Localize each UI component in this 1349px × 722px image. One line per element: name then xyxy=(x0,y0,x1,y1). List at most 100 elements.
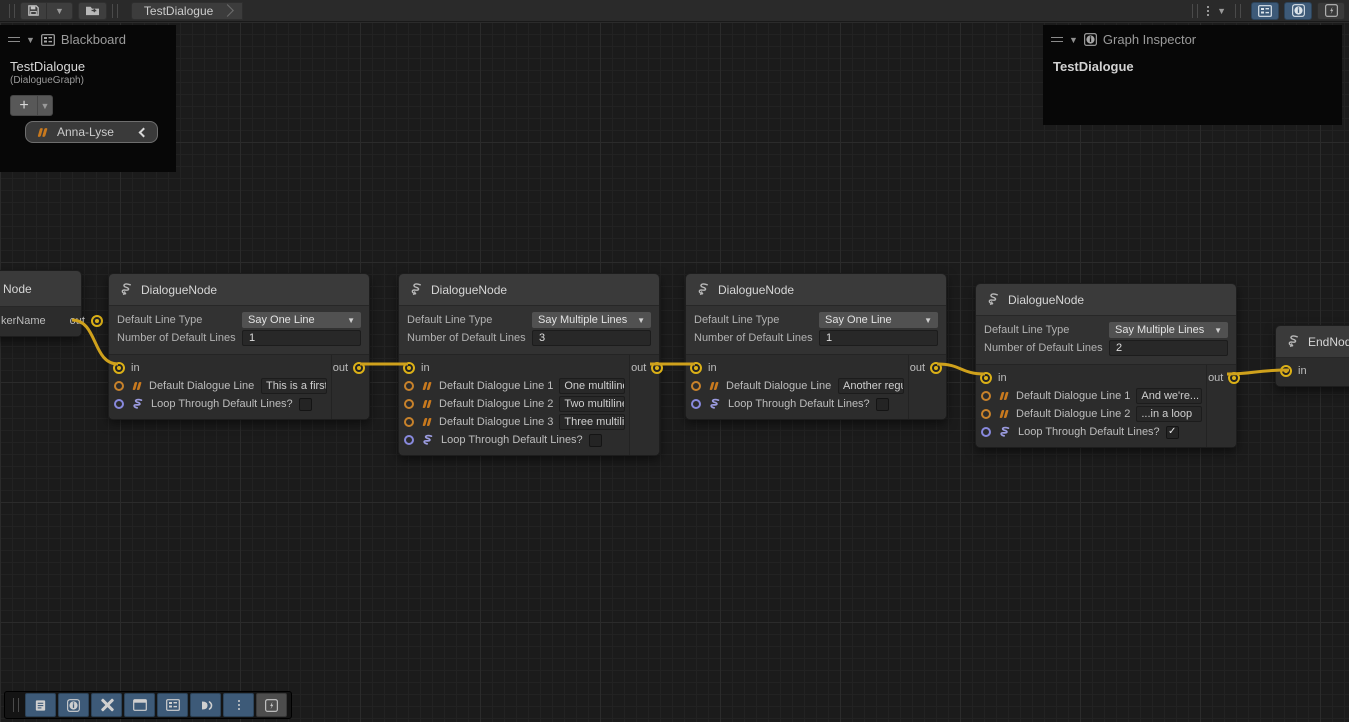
dropdown-value: Say Multiple Lines xyxy=(538,314,627,326)
in-port[interactable] xyxy=(690,362,702,374)
line-value-field[interactable]: One multiline xyxy=(559,378,625,394)
dialogue-node-1[interactable]: DialogueNode Default Line Type Say One L… xyxy=(108,273,370,420)
blackboard-property-anna-lyse[interactable]: Anna-Lyse xyxy=(25,121,158,143)
node-header[interactable]: DialogueNode xyxy=(976,284,1236,316)
loop-port[interactable] xyxy=(404,435,414,445)
line-value-field[interactable]: ...in a loop xyxy=(1136,406,1202,422)
preview-button[interactable] xyxy=(190,693,221,717)
inspector-button[interactable] xyxy=(58,693,89,717)
chevron-down-icon: ▼ xyxy=(1214,326,1222,335)
loop-checkbox[interactable] xyxy=(589,434,602,447)
count-field[interactable]: 3 xyxy=(532,330,651,346)
tools-button[interactable] xyxy=(91,693,122,717)
start-node[interactable]: Node kerName out xyxy=(0,270,82,337)
in-label: in xyxy=(1298,365,1307,377)
line-type-dropdown[interactable]: Say Multiple Lines ▼ xyxy=(1109,322,1228,338)
line-port[interactable] xyxy=(114,381,124,391)
out-port[interactable] xyxy=(930,362,942,374)
line-port-2[interactable] xyxy=(981,409,991,419)
in-port[interactable] xyxy=(113,362,125,374)
out-port[interactable] xyxy=(353,362,365,374)
out-label: out xyxy=(70,315,85,327)
line-type-label: Default Line Type xyxy=(407,314,532,326)
out-port[interactable] xyxy=(1228,372,1240,384)
in-port[interactable] xyxy=(980,372,992,384)
toggle-graph-inspector-button[interactable] xyxy=(1284,2,1312,20)
out-port[interactable] xyxy=(651,362,663,374)
line-port-1[interactable] xyxy=(404,381,414,391)
out-port[interactable] xyxy=(91,315,103,327)
node-header[interactable]: DialogueNode xyxy=(686,274,946,306)
component-inspector-button[interactable] xyxy=(256,693,287,717)
line-port-3[interactable] xyxy=(404,417,414,427)
loop-port[interactable] xyxy=(691,399,701,409)
node-header[interactable]: DialogueNode xyxy=(399,274,659,306)
add-property-button[interactable]: + xyxy=(10,95,38,116)
end-node[interactable]: EndNode in xyxy=(1275,325,1349,387)
window-button[interactable] xyxy=(124,693,155,717)
loop-checkbox[interactable] xyxy=(876,398,889,411)
add-property-dropdown[interactable]: ▼ xyxy=(38,95,53,116)
toggle-blackboard-button[interactable] xyxy=(1251,2,1279,20)
panel-drag-grip[interactable] xyxy=(1051,37,1063,42)
chevron-down-icon: ▼ xyxy=(637,316,645,325)
save-dropdown-button[interactable]: ▼ xyxy=(47,2,73,20)
blackboard-title: Blackboard xyxy=(61,32,126,47)
count-field[interactable]: 2 xyxy=(1109,340,1228,356)
open-asset-button[interactable] xyxy=(78,2,107,20)
loop-port[interactable] xyxy=(981,427,991,437)
spark-icon xyxy=(265,699,278,712)
more-options-button[interactable] xyxy=(223,693,254,717)
loop-port[interactable] xyxy=(114,399,124,409)
out-label: out xyxy=(910,362,925,374)
line-type-dropdown[interactable]: Say Multiple Lines ▼ xyxy=(532,312,651,328)
toggle-component-inspector-button[interactable] xyxy=(1317,2,1345,20)
script-icon xyxy=(1286,334,1301,349)
node-header[interactable]: Node xyxy=(0,271,81,307)
line-value-field[interactable]: And we're... xyxy=(1136,388,1202,404)
property-name: Anna-Lyse xyxy=(57,125,132,139)
in-port[interactable] xyxy=(403,362,415,374)
info-icon xyxy=(67,699,80,712)
save-button[interactable] xyxy=(20,2,47,20)
line-value-field[interactable]: Two multiline xyxy=(559,396,625,412)
dropdown-value: Say One Line xyxy=(825,314,892,326)
dialogue-node-2[interactable]: DialogueNode Default Line Type Say Multi… xyxy=(398,273,660,456)
breadcrumb-tab[interactable]: TestDialogue xyxy=(131,2,243,20)
count-field[interactable]: 1 xyxy=(242,330,361,346)
toolbar-drag-handle[interactable] xyxy=(13,698,19,712)
node-header[interactable]: DialogueNode xyxy=(109,274,369,306)
dialogue-node-4[interactable]: DialogueNode Default Line Type Say Multi… xyxy=(975,283,1237,448)
loop-checkbox[interactable]: ✓ xyxy=(1166,426,1179,439)
info-icon xyxy=(1084,33,1097,46)
line-port[interactable] xyxy=(691,381,701,391)
count-label: Number of Default Lines xyxy=(117,332,242,344)
node-header[interactable]: EndNode xyxy=(1276,326,1349,358)
line-type-dropdown[interactable]: Say One Line ▼ xyxy=(819,312,938,328)
line-value-field[interactable]: Another regu xyxy=(838,378,904,394)
tools-icon xyxy=(100,698,114,712)
panel-collapse-arrow[interactable]: ▼ xyxy=(26,35,35,45)
dialogue-quote-icon xyxy=(998,391,1010,401)
blackboard-icon xyxy=(166,699,180,711)
count-field[interactable]: 1 xyxy=(819,330,938,346)
overflow-menu-caret[interactable]: ▼ xyxy=(1213,6,1230,16)
in-port[interactable] xyxy=(1280,365,1292,377)
toolbar-drag-handle[interactable] xyxy=(9,4,15,18)
blackboard-button[interactable] xyxy=(157,693,188,717)
line-port-1[interactable] xyxy=(981,391,991,401)
overflow-menu-button[interactable] xyxy=(1203,6,1213,16)
notes-button[interactable] xyxy=(25,693,56,717)
node-title: Node xyxy=(3,282,32,296)
chevron-left-icon[interactable] xyxy=(139,127,149,137)
line-value-field[interactable]: This is a first xyxy=(261,378,327,394)
dialogue-node-3[interactable]: DialogueNode Default Line Type Say One L… xyxy=(685,273,947,420)
chevron-right-icon xyxy=(221,4,234,17)
panel-collapse-arrow[interactable]: ▼ xyxy=(1069,35,1078,45)
line-value-field[interactable]: Three multili xyxy=(559,414,625,430)
panel-drag-grip[interactable] xyxy=(8,37,20,42)
loop-checkbox[interactable] xyxy=(299,398,312,411)
line-type-dropdown[interactable]: Say One Line ▼ xyxy=(242,312,361,328)
line-port-2[interactable] xyxy=(404,399,414,409)
script-icon xyxy=(986,292,1001,307)
